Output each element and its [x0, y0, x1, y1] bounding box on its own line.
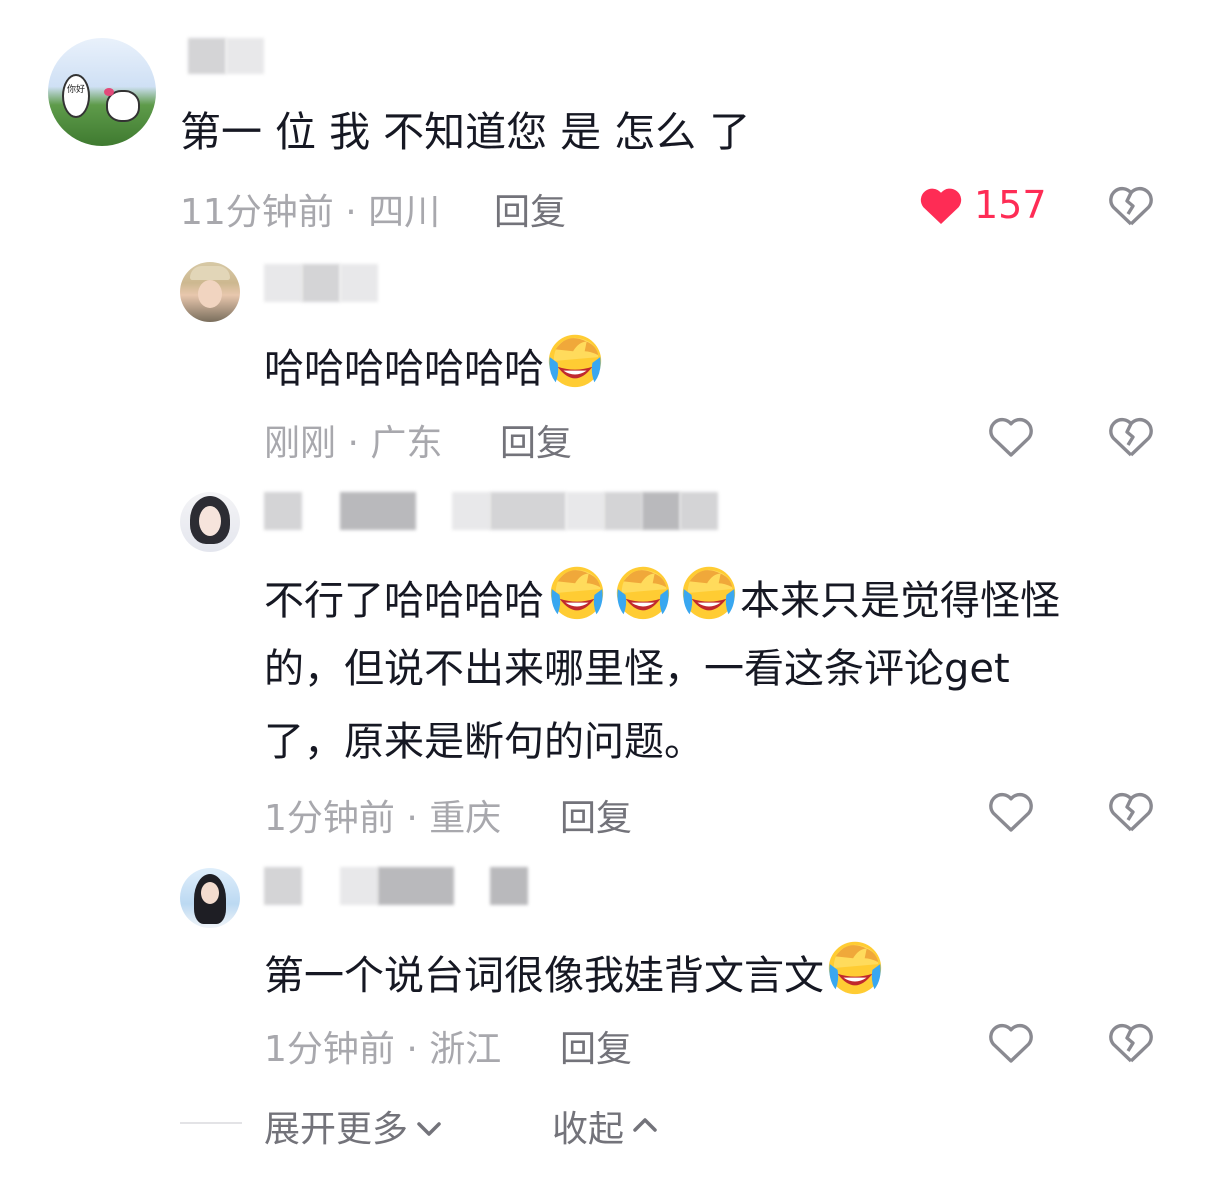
comment-text: 第一 位 我 不知道您 是 怎么 了	[180, 108, 751, 156]
comment-location: 四川	[368, 192, 441, 233]
comment-text-line: 的，但说不出来哪里怪，一看这条评论get	[264, 646, 1010, 692]
broken-heart-icon[interactable]	[1107, 182, 1155, 228]
expand-more-button[interactable]: 展开更多	[264, 1100, 444, 1152]
username[interactable]	[264, 264, 302, 302]
comment-text-body: 第一个说台词很像我娃背文言文	[264, 953, 824, 999]
heart-outline-icon[interactable]	[987, 1019, 1035, 1065]
reply-button[interactable]: 回复	[560, 789, 632, 841]
laughing-crying-emoji	[678, 560, 740, 622]
reply-button[interactable]: 回复	[560, 1020, 632, 1072]
username[interactable]	[264, 867, 302, 905]
kitty-figure	[104, 88, 140, 122]
avatar[interactable]	[180, 492, 240, 552]
author-badge	[566, 492, 604, 530]
reply-button[interactable]: 回复	[500, 414, 572, 466]
author-badge	[604, 492, 642, 530]
author-badge	[452, 492, 490, 530]
comment-meta: 1分钟前 · 重庆	[264, 789, 501, 841]
laughing-crying-emoji	[612, 560, 674, 622]
username[interactable]	[264, 492, 302, 530]
comment-text-line: 了，原来是断句的问题。	[264, 719, 704, 765]
username[interactable]	[490, 867, 528, 905]
username[interactable]	[340, 867, 378, 905]
avatar-speech-bubble: 你好	[62, 74, 90, 118]
comment-text: 第一个说台词很像我娃背文言文	[264, 935, 886, 1013]
collapse-button[interactable]: 收起	[552, 1100, 660, 1152]
broken-heart-icon[interactable]	[1107, 1019, 1155, 1065]
laughing-crying-emoji	[546, 560, 608, 622]
comment-text-line: 本来只是觉得怪怪	[740, 578, 1060, 624]
comment-time: 刚刚	[264, 423, 337, 464]
comment-location: 广东	[370, 423, 443, 464]
author-badge	[490, 492, 566, 530]
author-badge	[680, 492, 718, 530]
like-count: 157	[974, 183, 1047, 227]
collapse-label: 收起	[552, 1109, 625, 1150]
meta-separator: ·	[333, 192, 369, 233]
chevron-up-icon	[633, 1118, 657, 1132]
avatar-cap	[190, 266, 230, 280]
comment-text-line: 不行了哈哈哈哈	[264, 578, 544, 624]
comment-text: 不行了哈哈哈哈 本来只是觉得怪怪	[264, 560, 1060, 638]
comment-text-body: 哈哈哈哈哈哈哈	[264, 346, 544, 392]
chevron-down-icon	[417, 1122, 441, 1136]
comment-time: 11分钟前	[180, 192, 334, 233]
heart-outline-icon[interactable]	[987, 413, 1035, 459]
username[interactable]	[226, 38, 264, 74]
laughing-crying-emoji	[824, 935, 886, 997]
meta-separator: ·	[336, 423, 371, 464]
avatar[interactable]	[180, 262, 240, 322]
expand-more-label: 展开更多	[264, 1109, 409, 1150]
comment-meta: 1分钟前 · 浙江	[264, 1020, 501, 1072]
comment-meta: 11分钟前 · 四川	[180, 183, 440, 235]
avatar[interactable]	[180, 868, 240, 928]
comment-time: 1分钟前	[264, 1029, 395, 1070]
username[interactable]	[302, 264, 340, 302]
comment-location: 重庆	[429, 798, 502, 839]
reply-button[interactable]: 回复	[494, 183, 566, 235]
username[interactable]	[340, 492, 416, 530]
username[interactable]	[340, 264, 378, 302]
comment-time: 1分钟前	[264, 798, 395, 839]
comment-location: 浙江	[429, 1029, 502, 1070]
username[interactable]	[188, 38, 226, 74]
username[interactable]	[378, 867, 454, 905]
footer-divider	[180, 1122, 242, 1124]
avatar-face	[199, 506, 221, 536]
broken-heart-icon[interactable]	[1107, 788, 1155, 834]
heart-filled-icon[interactable]	[917, 182, 965, 228]
avatar-face	[201, 882, 219, 904]
meta-separator: ·	[394, 798, 430, 839]
comment-meta: 刚刚 · 广东	[264, 414, 442, 466]
heart-outline-icon[interactable]	[987, 788, 1035, 834]
laughing-crying-emoji	[544, 328, 606, 390]
meta-separator: ·	[394, 1029, 430, 1070]
avatar[interactable]: 你好	[48, 38, 156, 146]
avatar-face	[198, 280, 222, 308]
broken-heart-icon[interactable]	[1107, 413, 1155, 459]
comment-text: 哈哈哈哈哈哈哈	[264, 328, 606, 406]
author-badge	[642, 492, 680, 530]
